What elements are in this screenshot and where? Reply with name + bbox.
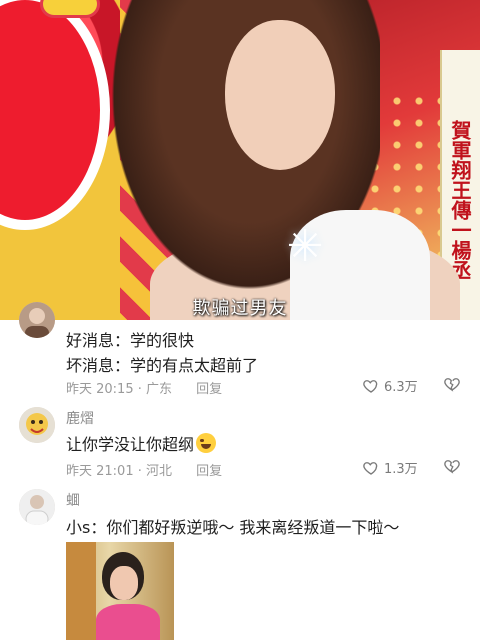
like-button[interactable]: 6.3万 [362, 376, 418, 395]
broken-heart-icon [444, 378, 460, 392]
comment-meta: 昨天 21:01 · 河北 回复 [66, 464, 223, 479]
video-frame[interactable]: 賀軍翔王傳一楊丞 ✳ 欺骗过男友 [0, 0, 480, 320]
heart-icon [363, 461, 378, 475]
crying-laughing-emoji [196, 433, 217, 453]
avatar[interactable] [19, 489, 55, 525]
comment-meta: 昨天 20:15 · 广东 回复 [66, 382, 223, 397]
heart-icon [363, 379, 378, 393]
comment-text-line: 好消息：学的很快 [66, 331, 195, 350]
like-button[interactable]: 1.3万 [362, 458, 418, 477]
comment-time: 昨天 21:01 [66, 464, 134, 479]
comment-nickname[interactable]: 鹿熠 [66, 408, 94, 428]
comment-text-line: 坏消息：学的有点太超前了 [66, 356, 259, 375]
video-subtitle: 欺骗过男友 [192, 298, 288, 319]
comment-text-line: 让你学没让你超纲 [66, 431, 217, 455]
dislike-button[interactable] [443, 457, 463, 477]
guest-figure: ✳ [90, 0, 460, 320]
reply-button[interactable]: 回复 [196, 464, 222, 479]
reply-button[interactable]: 回复 [196, 382, 222, 397]
broken-heart-icon [444, 460, 460, 474]
comment-text-line: 小s：你们都好叛逆哦～ 我来离经叛道一下啦～ [66, 518, 400, 537]
sparkle-effect: ✳ [286, 221, 324, 272]
side-caption-text: 賀軍翔王傳一楊丞 [448, 120, 472, 280]
like-count: 6.3万 [384, 380, 418, 395]
avatar[interactable] [19, 407, 55, 443]
dislike-button[interactable] [443, 375, 463, 395]
comment-nickname[interactable]: 蜖 [66, 490, 80, 510]
comment-location: 河北 [146, 464, 173, 479]
comment-location: 广东 [146, 382, 173, 397]
comment-image[interactable] [66, 542, 174, 640]
comment-time: 昨天 20:15 [66, 382, 134, 397]
like-count: 1.3万 [384, 462, 418, 477]
avatar[interactable] [19, 302, 55, 338]
